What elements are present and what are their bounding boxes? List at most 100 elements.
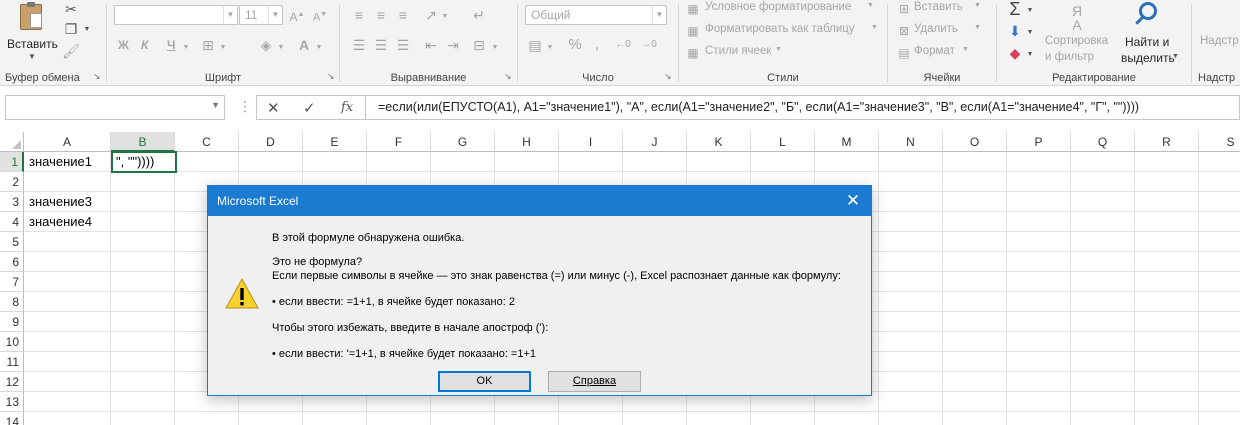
- column-header-P[interactable]: P: [1007, 132, 1071, 152]
- dialog-launcher-icon[interactable]: ↘: [504, 71, 512, 82]
- fill-icon[interactable]: ⬇: [1005, 22, 1025, 40]
- row-header-3[interactable]: 3: [0, 192, 24, 212]
- row-header-7[interactable]: 7: [0, 272, 24, 292]
- active-cell-B1[interactable]: ", "")))): [111, 151, 177, 173]
- cell-A3[interactable]: значение3: [25, 192, 92, 212]
- column-header-J[interactable]: J: [623, 132, 687, 152]
- dialog-launcher-icon[interactable]: ↘: [93, 71, 101, 82]
- name-box[interactable]: ▼: [5, 95, 225, 120]
- column-header-D[interactable]: D: [239, 132, 303, 152]
- column-header-Q[interactable]: Q: [1071, 132, 1135, 152]
- addins-button[interactable]: Надстр: [1200, 35, 1239, 47]
- chevron-down-icon[interactable]: ▼: [440, 8, 450, 26]
- column-header-C[interactable]: C: [175, 132, 239, 152]
- merge-icon[interactable]: ⊟: [470, 36, 488, 54]
- autosum-icon[interactable]: Σ: [1005, 0, 1025, 18]
- formula-input[interactable]: =если(или(ЕПУСТО(A1), A1="значение1"), "…: [366, 95, 1240, 120]
- orientation-icon[interactable]: ↗: [422, 6, 440, 24]
- chevron-down-icon[interactable]: ▼: [218, 39, 228, 57]
- fill-handle[interactable]: [174, 170, 175, 171]
- select-all-corner[interactable]: [0, 132, 24, 152]
- chevron-down-icon[interactable]: ▼: [82, 21, 92, 39]
- chevron-down-icon[interactable]: ▼: [545, 39, 555, 57]
- chevron-down-icon[interactable]: ▼: [1025, 2, 1035, 20]
- borders-icon[interactable]: ⊞: [199, 36, 217, 54]
- bold-button[interactable]: Ж: [118, 38, 129, 52]
- chevron-down-icon[interactable]: ▼: [276, 39, 286, 57]
- align-right-icon[interactable]: ☰: [394, 36, 412, 54]
- increase-decimal-icon[interactable]: ←0: [612, 36, 634, 54]
- sort-filter-button[interactable]: ЯА Сортировка и фильтр: [1043, 0, 1113, 66]
- number-format-combo[interactable]: Общий ▼: [525, 5, 667, 25]
- increase-font-icon[interactable]: A▲: [287, 6, 307, 26]
- row-header-5[interactable]: 5: [0, 232, 24, 252]
- copy-icon[interactable]: ❐: [62, 20, 80, 38]
- enter-icon[interactable]: ✓: [303, 99, 316, 117]
- dialog-titlebar[interactable]: Microsoft Excel ✕: [208, 186, 871, 216]
- column-header-M[interactable]: M: [815, 132, 879, 152]
- align-left-icon[interactable]: ☰: [350, 36, 368, 54]
- format-painter-icon[interactable]: 🖌: [62, 42, 80, 60]
- row-header-9[interactable]: 9: [0, 312, 24, 332]
- row-header-12[interactable]: 12: [0, 372, 24, 392]
- chevron-down-icon[interactable]: ▼: [1025, 24, 1035, 42]
- column-header-E[interactable]: E: [303, 132, 367, 152]
- row-header-13[interactable]: 13: [0, 392, 24, 412]
- row-header-10[interactable]: 10: [0, 332, 24, 352]
- row-header-8[interactable]: 8: [0, 292, 24, 312]
- chevron-down-icon[interactable]: ▼: [1025, 46, 1035, 64]
- column-header-B[interactable]: B: [111, 132, 175, 152]
- fill-color-icon[interactable]: ◈: [257, 36, 275, 54]
- column-header-S[interactable]: S: [1199, 132, 1240, 152]
- cell-A4[interactable]: значение4: [25, 212, 92, 232]
- find-select-button[interactable]: Найти и выделить ▼: [1121, 0, 1181, 66]
- row-header-11[interactable]: 11: [0, 352, 24, 372]
- row-header-2[interactable]: 2: [0, 172, 24, 192]
- underline-button[interactable]: Ч: [167, 38, 175, 52]
- dialog-launcher-icon[interactable]: ↘: [664, 71, 672, 82]
- font-name-combo[interactable]: ▼: [114, 5, 238, 25]
- font-color-icon[interactable]: A: [295, 36, 313, 54]
- column-header-H[interactable]: H: [495, 132, 559, 152]
- paste-button[interactable]: Вставить ▼: [6, 2, 58, 64]
- increase-indent-icon[interactable]: ⇥: [444, 36, 462, 54]
- decrease-decimal-icon[interactable]: →0: [638, 36, 660, 54]
- help-button[interactable]: Справка: [548, 371, 641, 392]
- percent-icon[interactable]: %: [566, 36, 584, 54]
- cell-A1[interactable]: значение1: [25, 152, 92, 172]
- column-header-N[interactable]: N: [879, 132, 943, 152]
- align-bottom-icon[interactable]: ≡: [394, 6, 412, 24]
- chevron-down-icon[interactable]: ▼: [490, 39, 500, 57]
- row-header-1[interactable]: 1: [0, 152, 24, 172]
- row-header-6[interactable]: 6: [0, 252, 24, 272]
- column-header-O[interactable]: O: [943, 132, 1007, 152]
- splitter-icon[interactable]: ⋮: [238, 98, 252, 115]
- wrap-text-icon[interactable]: ↵: [470, 6, 488, 24]
- decrease-indent-icon[interactable]: ⇤: [422, 36, 440, 54]
- clear-icon[interactable]: ◆: [1005, 44, 1025, 62]
- align-top-icon[interactable]: ≡: [350, 6, 368, 24]
- thousands-icon[interactable]: ,: [588, 36, 606, 54]
- cut-icon[interactable]: ✂: [62, 0, 80, 18]
- chevron-down-icon[interactable]: ▼: [314, 39, 324, 57]
- close-icon[interactable]: ✕: [841, 189, 865, 213]
- insert-function-icon[interactable]: fx: [341, 100, 353, 115]
- italic-button[interactable]: К: [141, 38, 148, 52]
- row-header-4[interactable]: 4: [0, 212, 24, 232]
- column-header-F[interactable]: F: [367, 132, 431, 152]
- font-size-combo[interactable]: 11 ▼: [239, 5, 283, 25]
- dialog-launcher-icon[interactable]: ↘: [327, 71, 335, 82]
- cancel-icon[interactable]: ✕: [267, 99, 280, 117]
- column-header-R[interactable]: R: [1135, 132, 1199, 152]
- row-header-14[interactable]: 14: [0, 412, 24, 425]
- currency-icon[interactable]: ▤: [526, 36, 544, 54]
- column-header-G[interactable]: G: [431, 132, 495, 152]
- column-header-I[interactable]: I: [559, 132, 623, 152]
- chevron-down-icon[interactable]: ▼: [181, 39, 191, 57]
- chevron-down-icon[interactable]: ▼: [211, 100, 220, 110]
- decrease-font-icon[interactable]: A▼: [310, 6, 330, 27]
- column-header-L[interactable]: L: [751, 132, 815, 152]
- column-header-A[interactable]: A: [24, 132, 111, 152]
- align-center-icon[interactable]: ☰: [372, 36, 390, 54]
- ok-button[interactable]: OK: [438, 371, 531, 392]
